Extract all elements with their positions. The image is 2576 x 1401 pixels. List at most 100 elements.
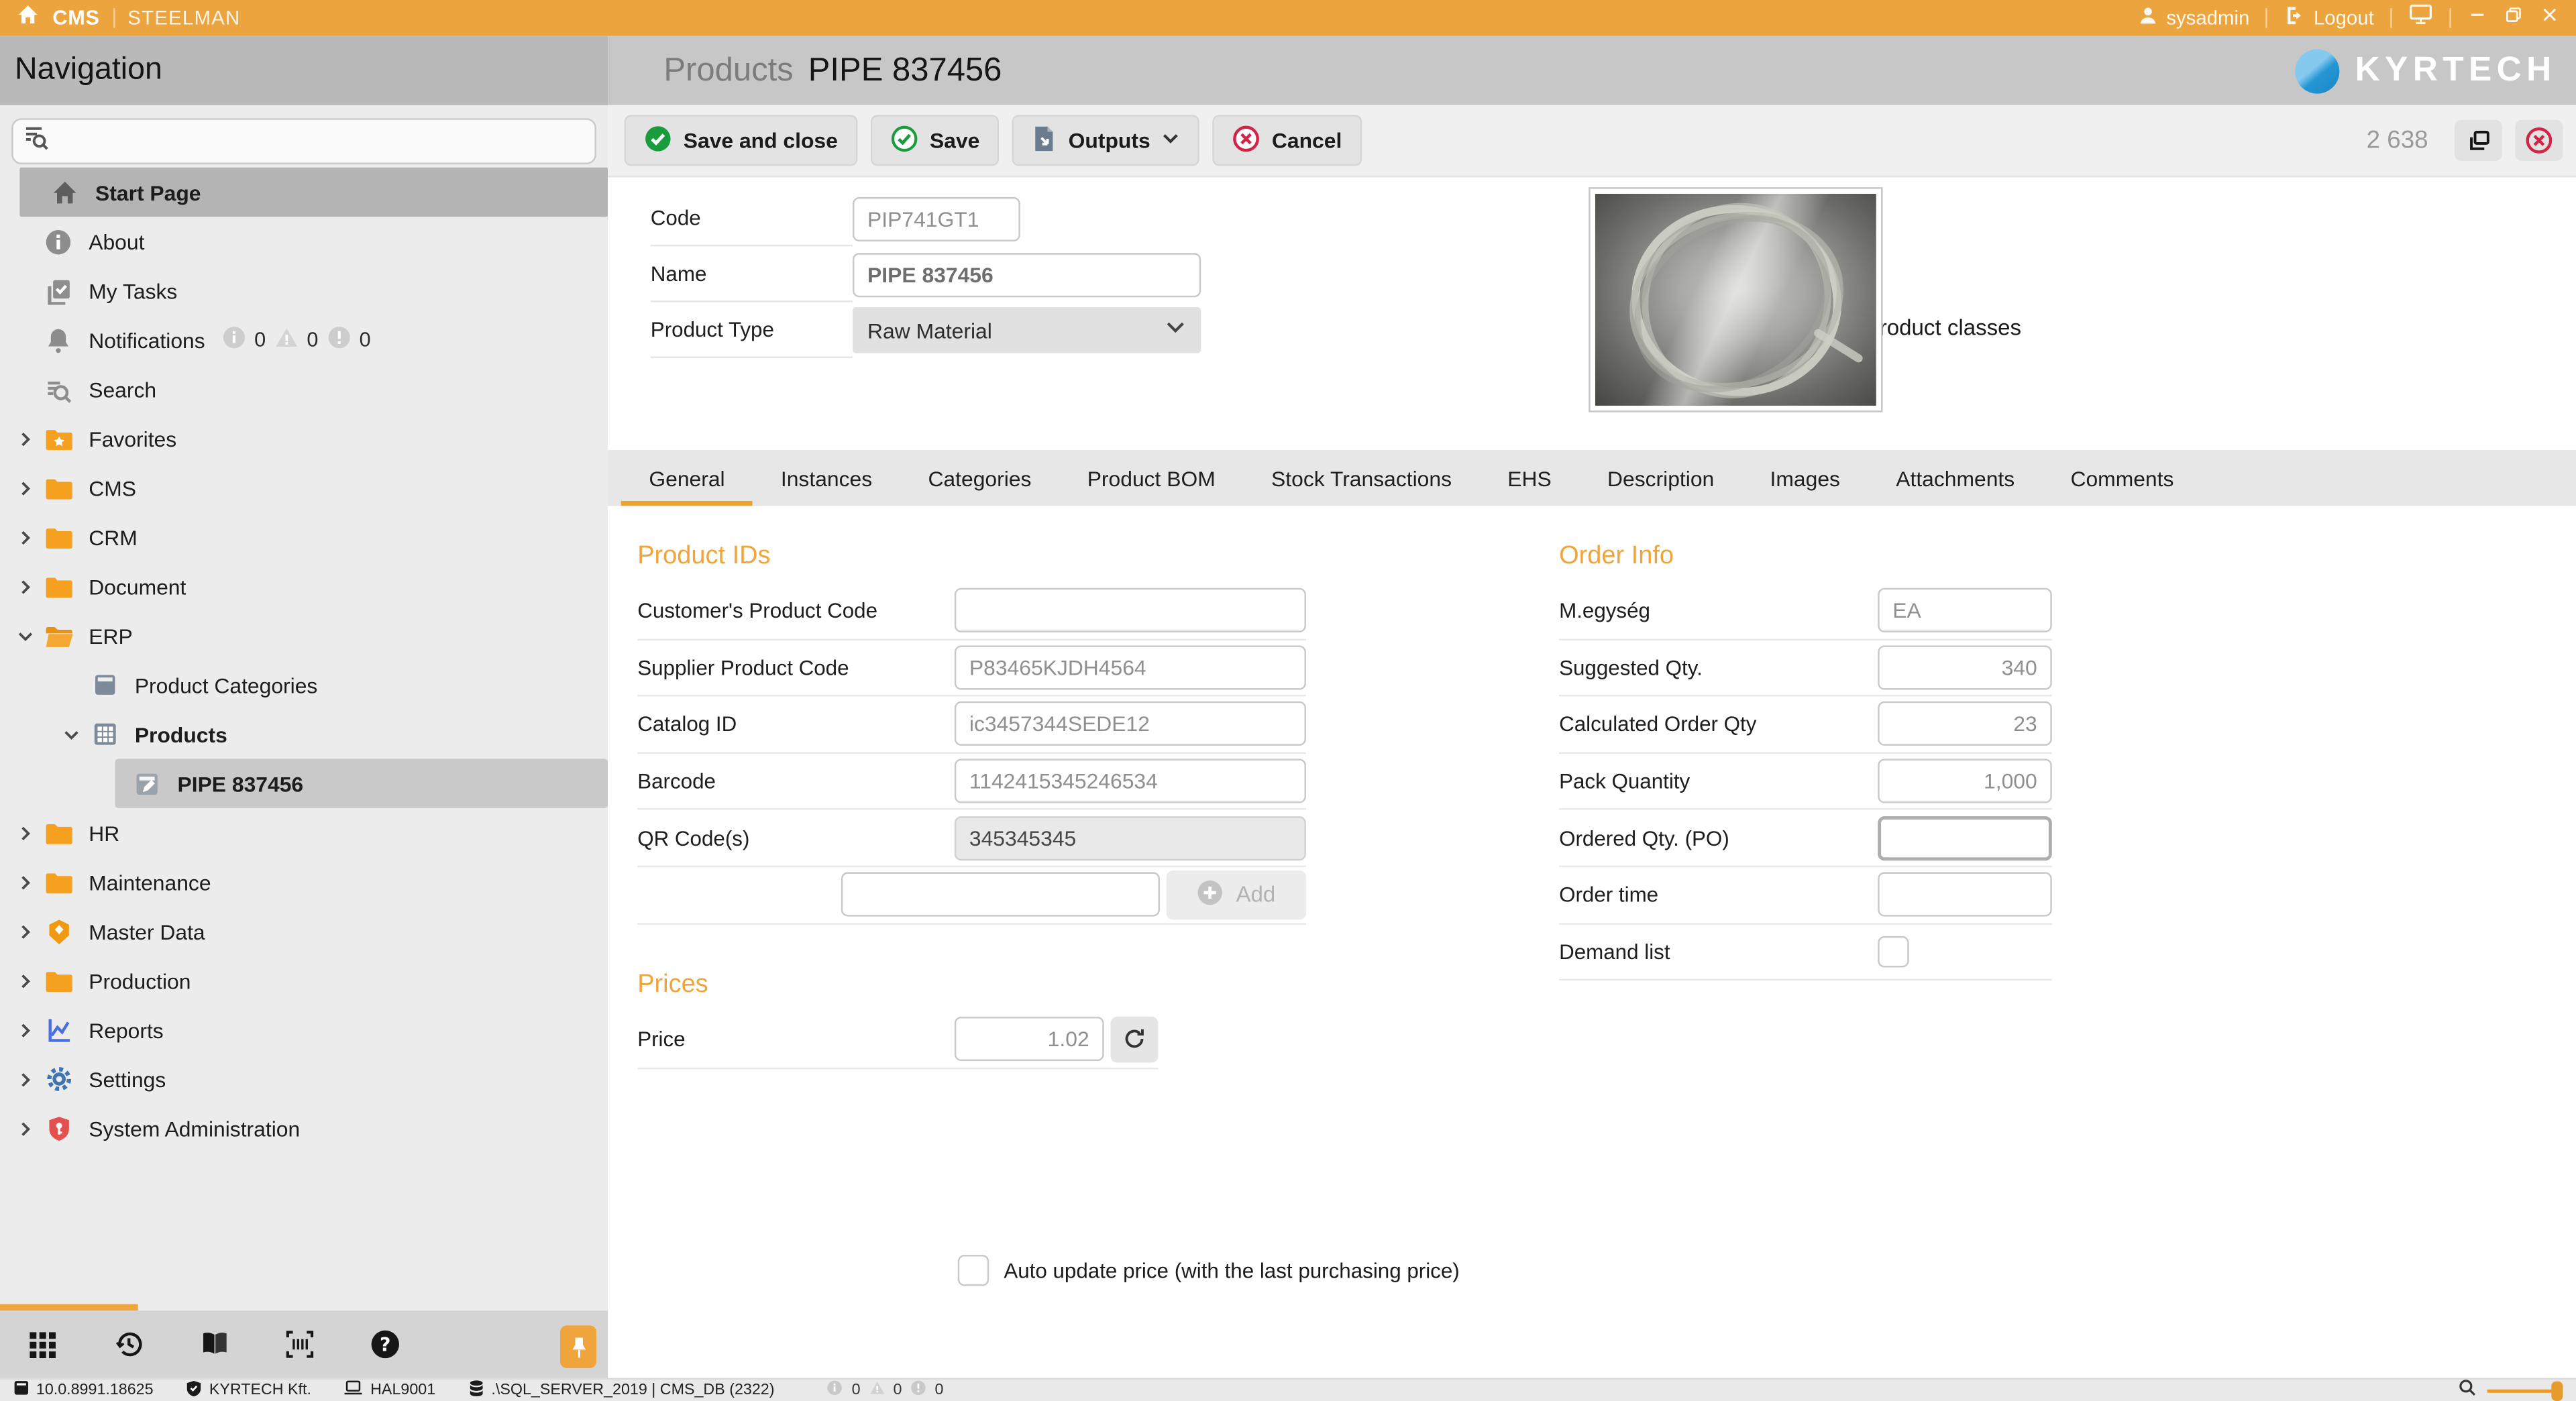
nav-item-cms[interactable]: CMS — [0, 463, 608, 512]
chevron-right-icon[interactable] — [13, 579, 36, 594]
nav-item-pipe-837456[interactable]: PIPE 837456 — [115, 759, 608, 807]
nav-item-production[interactable]: Production — [0, 956, 608, 1005]
nav-item-search[interactable]: Search — [0, 365, 608, 414]
nav-item-favorites[interactable]: Favorites — [0, 414, 608, 463]
navigation-panel: Navigation Start Page — [0, 36, 608, 1378]
demand-list-checkbox[interactable] — [1878, 936, 1909, 968]
save-and-close-button[interactable]: Save and close — [625, 115, 858, 166]
nav-item-reports[interactable]: Reports — [0, 1005, 608, 1054]
code-label: Code — [651, 190, 853, 246]
database-connection: .\SQL_SERVER_2019 | CMS_DB (2322) — [468, 1379, 774, 1401]
chevron-down-icon — [1165, 317, 1186, 343]
tab-images[interactable]: Images — [1742, 450, 1868, 506]
chevron-right-icon[interactable] — [13, 875, 36, 889]
supplier-product-code-field[interactable] — [955, 645, 1306, 689]
price-field[interactable] — [955, 1017, 1104, 1062]
zoom-slider-handle[interactable] — [2551, 1380, 2563, 1400]
refresh-price-button[interactable] — [1111, 1016, 1159, 1062]
close-record-button[interactable] — [2515, 120, 2563, 161]
nav-item-master-data[interactable]: Master Data — [0, 907, 608, 956]
restore-icon[interactable] — [2504, 3, 2523, 33]
pin-button[interactable] — [560, 1325, 596, 1368]
nav-item-product-categories[interactable]: Product Categories — [0, 660, 608, 709]
chevron-right-icon[interactable] — [13, 1072, 36, 1086]
nav-item-document[interactable]: Document — [0, 562, 608, 611]
nav-item-maintenance[interactable]: Maintenance — [0, 857, 608, 906]
save-button[interactable]: Save — [871, 115, 1000, 166]
nav-item-about[interactable]: About — [0, 217, 608, 266]
brand-logo: KYRTECH — [2296, 48, 2556, 93]
customer-product-code-field[interactable] — [955, 588, 1306, 632]
ordered-qty-po-field[interactable] — [1878, 816, 2052, 860]
tab-instances[interactable]: Instances — [753, 450, 900, 506]
chevron-right-icon[interactable] — [13, 530, 36, 545]
tasks-icon — [43, 277, 74, 305]
new-qr-code-field[interactable] — [841, 873, 1159, 917]
barcode-field[interactable] — [955, 759, 1306, 803]
help-icon[interactable]: ? — [341, 1329, 427, 1360]
app-window: CMS STEELMAN sysadmin Logout — [0, 0, 2576, 1401]
windows-list-button[interactable] — [2455, 120, 2502, 161]
tab-product-bom[interactable]: Product BOM — [1059, 450, 1243, 506]
unit-field[interactable] — [1878, 588, 2052, 632]
warning-icon — [869, 1380, 885, 1401]
outputs-button[interactable]: Outputs — [1012, 115, 1199, 166]
tab-ehs[interactable]: EHS — [1480, 450, 1580, 506]
nav-item-my-tasks[interactable]: My Tasks — [0, 266, 608, 315]
pack-quantity-field[interactable] — [1878, 759, 2052, 803]
product-photo[interactable] — [1589, 187, 1882, 412]
product-type-select[interactable]: Raw Material — [853, 307, 1201, 353]
order-time-field[interactable] — [1878, 873, 2052, 917]
code-field[interactable] — [853, 197, 1020, 241]
calculated-order-qty-field[interactable] — [1878, 702, 2052, 746]
close-icon[interactable] — [2540, 3, 2559, 33]
tab-general[interactable]: General — [621, 450, 753, 506]
chevron-down-icon[interactable] — [59, 727, 82, 742]
qr-code-field[interactable] — [955, 816, 1306, 860]
chevron-down-icon[interactable] — [13, 628, 36, 643]
chevron-right-icon[interactable] — [13, 826, 36, 840]
chevron-right-icon[interactable] — [13, 480, 36, 495]
home-icon[interactable] — [16, 3, 39, 34]
chevron-right-icon[interactable] — [13, 924, 36, 939]
logout-button[interactable]: Logout — [2284, 5, 2374, 31]
cancel-button[interactable]: Cancel — [1213, 115, 1362, 166]
nav-item-hr[interactable]: HR — [0, 808, 608, 857]
tab-stock-transactions[interactable]: Stock Transactions — [1243, 450, 1479, 506]
auto-update-price-checkbox[interactable] — [958, 1255, 989, 1286]
history-icon[interactable] — [85, 1329, 170, 1360]
zoom-slider[interactable] — [2487, 1380, 2563, 1400]
nav-item-crm[interactable]: CRM — [0, 512, 608, 561]
nav-item-start-page[interactable]: Start Page — [19, 168, 608, 217]
apps-grid-icon[interactable] — [0, 1329, 85, 1359]
nav-item-notifications[interactable]: Notifications 0 0 0 — [0, 315, 608, 364]
chevron-right-icon[interactable] — [13, 973, 36, 988]
minimize-icon[interactable] — [2467, 3, 2487, 33]
chevron-right-icon[interactable] — [13, 1121, 36, 1135]
navigation-search-input[interactable] — [61, 128, 585, 154]
order-info-title: Order Info — [1559, 542, 1674, 571]
current-user[interactable]: sysadmin — [2137, 5, 2249, 31]
tab-categories[interactable]: Categories — [900, 450, 1059, 506]
barcode-scanner-icon[interactable] — [256, 1329, 341, 1360]
nav-item-system-administration[interactable]: System Administration — [0, 1104, 608, 1153]
new-qr-code-row: Add — [637, 867, 1306, 924]
catalog-id-field[interactable] — [955, 702, 1306, 746]
shield-key-icon — [43, 1115, 74, 1143]
record-content: Code Name Product Type Raw Material — [608, 177, 2576, 1378]
nav-item-products[interactable]: Products — [0, 710, 608, 759]
name-field[interactable] — [853, 252, 1201, 296]
chevron-right-icon[interactable] — [13, 431, 36, 446]
navigation-search[interactable] — [11, 118, 596, 164]
nav-item-erp[interactable]: ERP — [0, 611, 608, 660]
add-qr-button[interactable]: Add — [1166, 870, 1306, 919]
manual-book-icon[interactable] — [171, 1329, 256, 1360]
tab-attachments[interactable]: Attachments — [1868, 450, 2043, 506]
tab-comments[interactable]: Comments — [2043, 450, 2202, 506]
suggested-qty-field[interactable] — [1878, 645, 2052, 689]
nav-item-settings[interactable]: Settings — [0, 1054, 608, 1103]
main-panel: Products PIPE 837456 KYRTECH Save and cl… — [608, 36, 2576, 1378]
display-icon[interactable] — [2408, 3, 2433, 33]
tab-description[interactable]: Description — [1579, 450, 1742, 506]
chevron-right-icon[interactable] — [13, 1022, 36, 1037]
